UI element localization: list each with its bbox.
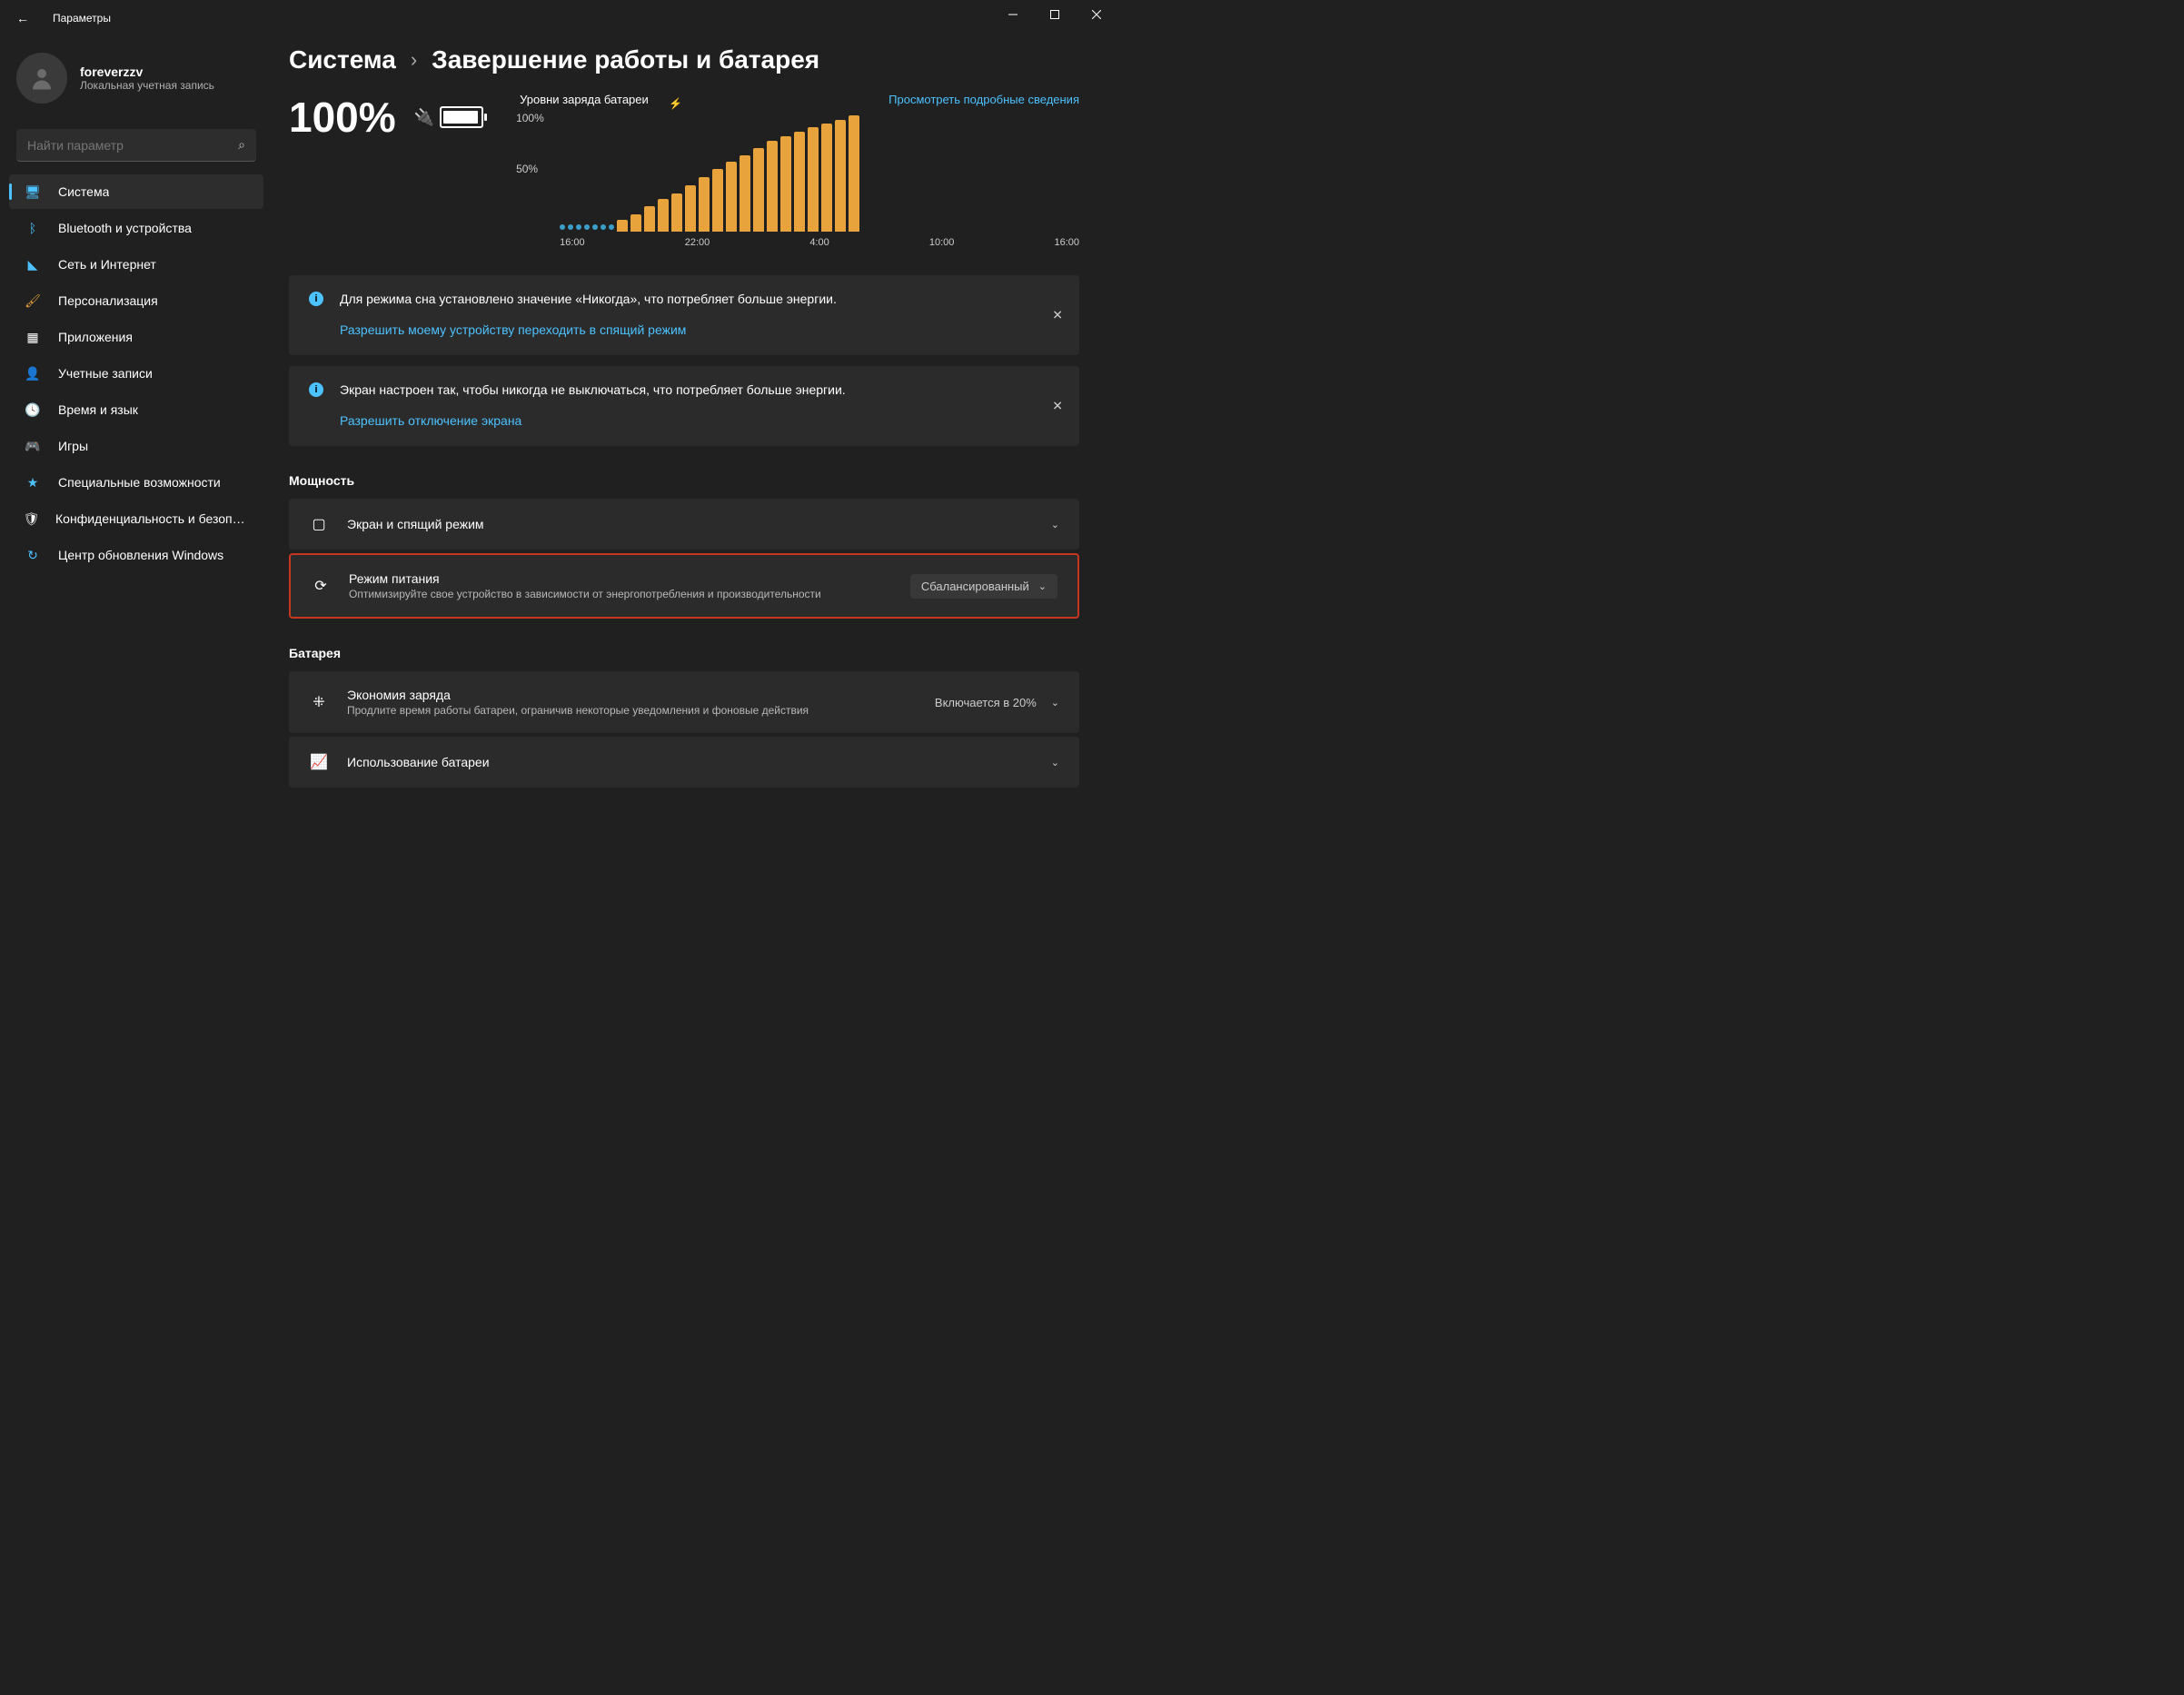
sidebar-item-system[interactable]: 🖥Система (9, 174, 263, 209)
search-input[interactable] (27, 138, 238, 153)
sidebar-item-time[interactable]: 🕓Время и язык (9, 392, 263, 427)
clock-icon: 🕓 (22, 402, 44, 417)
battery-percent-text: 100% (289, 93, 396, 142)
display-sleep-icon: ▢ (309, 515, 329, 533)
chevron-right-icon: › (411, 48, 417, 72)
warning-link-sleep[interactable]: Разрешить моему устройству переходить в … (340, 322, 686, 337)
chevron-down-icon: ⌄ (1051, 519, 1059, 530)
sidebar-item-network[interactable]: ◣Сеть и Интернет (9, 247, 263, 282)
settings-window: ← Параметры foreverzzv Локальная учетная… (0, 0, 1117, 866)
setting-screen-sleep[interactable]: ▢ Экран и спящий режим ⌄ (289, 499, 1079, 550)
section-battery-title: Батарея (289, 646, 1079, 660)
account-subtitle: Локальная учетная запись (80, 79, 214, 92)
content-area: Система › Завершение работы и батарея 10… (273, 36, 1117, 866)
warning-text: Для режима сна установлено значение «Ник… (340, 292, 837, 306)
apps-icon: ▦ (22, 330, 44, 344)
y-label-50: 50% (516, 163, 544, 175)
battery-icon (440, 106, 483, 128)
power-mode-dropdown[interactable]: Сбалансированный ⌄ (910, 574, 1057, 599)
chevron-down-icon: ⌄ (1051, 697, 1059, 709)
chevron-down-icon: ⌄ (1038, 580, 1047, 592)
chart-details-link[interactable]: Просмотреть подробные сведения (888, 93, 1079, 106)
avatar-icon (16, 53, 67, 104)
battery-saver-value: Включается в 20% (935, 696, 1037, 709)
window-title: Параметры (53, 12, 111, 25)
y-label-100: 100% (516, 112, 544, 124)
gauge-icon: ⟳ (311, 577, 331, 595)
x-axis-labels: 16:00 22:00 4:00 10:00 16:00 (560, 237, 1079, 248)
warning-screen: i Экран настроен так, чтобы никогда не в… (289, 366, 1079, 446)
sidebar-item-personalization[interactable]: 🖌Персонализация (9, 283, 263, 318)
update-icon: ↻ (22, 548, 44, 562)
sidebar: foreverzzv Локальная учетная запись ⌕ 🖥С… (0, 36, 273, 866)
search-box[interactable]: ⌕ (16, 129, 256, 162)
wifi-icon: ◣ (22, 257, 44, 272)
battery-saver-icon: ⁜ (309, 693, 329, 711)
warning-sleep: i Для режима сна установлено значение «Н… (289, 275, 1079, 355)
battery-chart: Уровни заряда батареи Просмотреть подроб… (520, 93, 1079, 248)
back-button[interactable]: ← (16, 11, 35, 25)
chart-title: Уровни заряда батареи (520, 93, 649, 106)
sidebar-item-accounts[interactable]: 👤Учетные записи (9, 356, 263, 391)
sidebar-item-gaming[interactable]: 🎮Игры (9, 429, 263, 463)
sidebar-item-privacy[interactable]: 🛡Конфиденциальность и безопасность (9, 501, 263, 536)
account-name: foreverzzv (80, 64, 214, 79)
shield-icon: 🛡 (22, 511, 41, 526)
account-block[interactable]: foreverzzv Локальная учетная запись (4, 45, 269, 111)
battery-percent-block: 100% 🔌 (289, 93, 483, 142)
window-controls (992, 0, 1117, 29)
close-icon[interactable]: ✕ (1052, 308, 1063, 323)
plug-icon: 🔌 (414, 108, 434, 127)
setting-battery-usage[interactable]: 📈 Использование батареи ⌄ (289, 737, 1079, 788)
chevron-down-icon: ⌄ (1051, 757, 1059, 768)
charging-icon: ⚡ (669, 97, 682, 110)
titlebar: ← Параметры (0, 0, 1117, 36)
maximize-button[interactable] (1034, 0, 1076, 29)
sidebar-item-bluetooth[interactable]: ᛒBluetooth и устройства (9, 211, 263, 245)
gamepad-icon: 🎮 (22, 439, 44, 453)
setting-power-mode[interactable]: ⟳ Режим питания Оптимизируйте свое устро… (289, 553, 1079, 619)
brush-icon: 🖌 (22, 293, 44, 308)
warning-link-screen[interactable]: Разрешить отключение экрана (340, 413, 521, 428)
section-power-title: Мощность (289, 473, 1079, 488)
sidebar-item-accessibility[interactable]: ★Специальные возможности (9, 465, 263, 500)
sidebar-item-update[interactable]: ↻Центр обновления Windows (9, 538, 263, 572)
warning-text: Экран настроен так, чтобы никогда не вык… (340, 382, 846, 397)
breadcrumb: Система › Завершение работы и батарея (289, 45, 1079, 74)
person-icon: 👤 (22, 366, 44, 381)
search-icon: ⌕ (238, 137, 245, 153)
bluetooth-icon: ᛒ (22, 221, 44, 235)
breadcrumb-root[interactable]: Система (289, 45, 396, 74)
chart-bars: ⚡ (560, 114, 1079, 232)
minimize-button[interactable] (992, 0, 1034, 29)
chart-icon: 📈 (309, 753, 329, 771)
nav-list: 🖥Система ᛒBluetooth и устройства ◣Сеть и… (4, 174, 269, 572)
sidebar-item-apps[interactable]: ▦Приложения (9, 320, 263, 354)
page-title: Завершение работы и батарея (432, 45, 819, 74)
close-button[interactable] (1076, 0, 1117, 29)
display-icon: 🖥 (22, 184, 44, 199)
accessibility-icon: ★ (22, 475, 44, 490)
setting-battery-saver[interactable]: ⁜ Экономия заряда Продлите время работы … (289, 671, 1079, 733)
close-icon[interactable]: ✕ (1052, 399, 1063, 414)
info-icon: i (309, 382, 323, 397)
info-icon: i (309, 292, 323, 306)
